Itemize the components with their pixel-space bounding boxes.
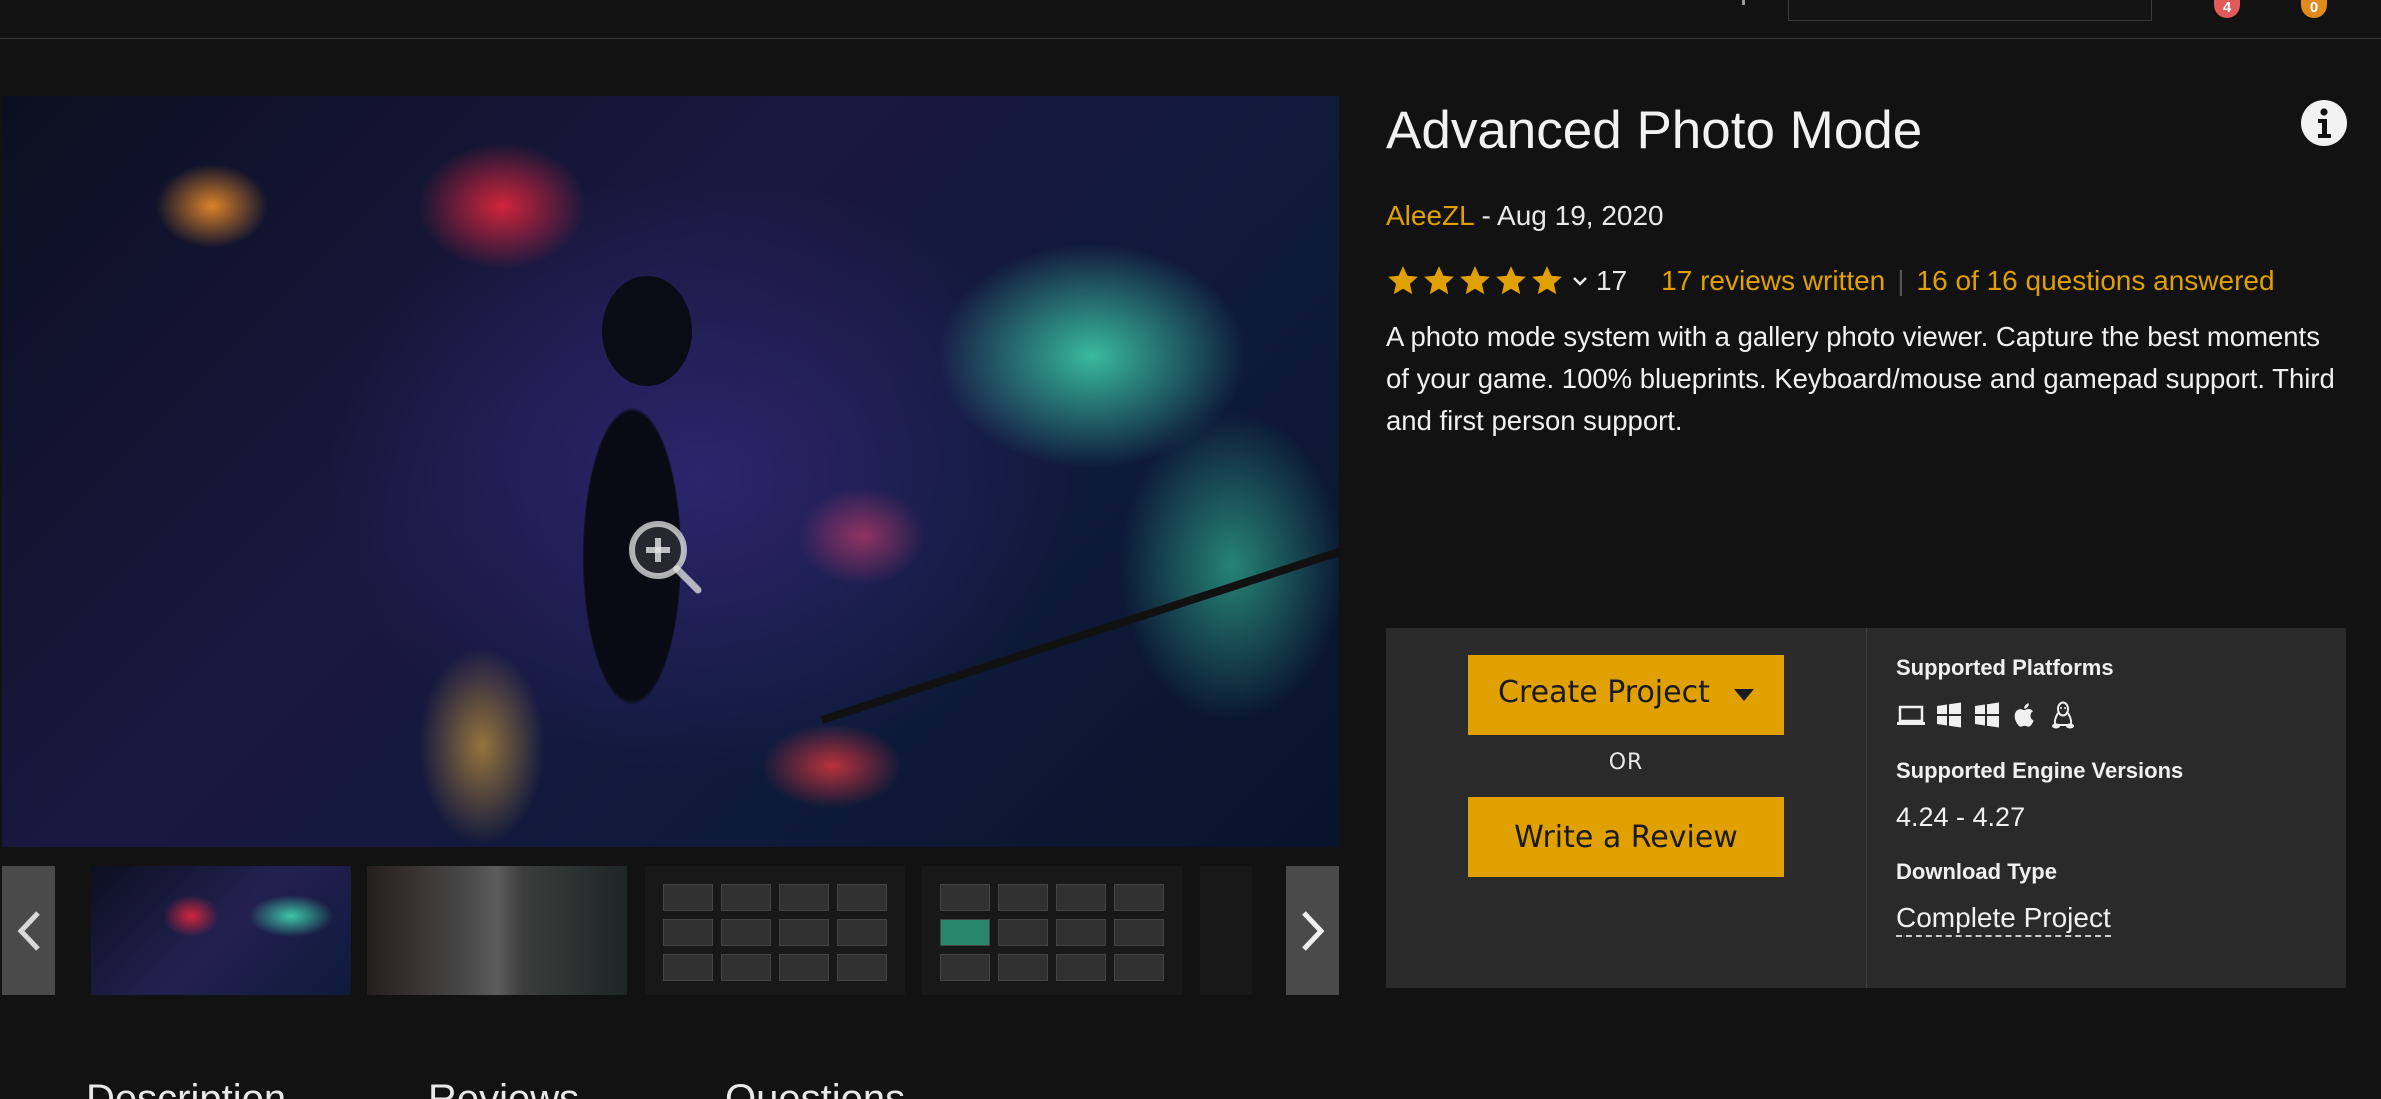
- star-rating: [1386, 264, 1564, 298]
- download-type-heading: Download Type: [1896, 859, 2057, 884]
- rating-count: 17: [1596, 265, 1628, 296]
- caret-down-icon[interactable]: [1734, 689, 1754, 701]
- star-icon: [1460, 266, 1490, 295]
- write-review-button[interactable]: Write a Review: [1468, 797, 1784, 877]
- thumbnail-grid-preview: [940, 884, 1164, 981]
- release-date: Aug 19, 2020: [1497, 200, 1664, 231]
- tab-description[interactable]: Description: [86, 1077, 286, 1099]
- gallery-thumbnail[interactable]: [1200, 866, 1252, 995]
- gallery-thumbnail[interactable]: [367, 866, 627, 995]
- rating-row: 17 17 reviews written | 16 of 16 questio…: [1386, 260, 2275, 302]
- windows-icon: [1937, 702, 1961, 728]
- product-main-image[interactable]: [2, 96, 1339, 847]
- create-project-button[interactable]: Create Project: [1468, 655, 1784, 735]
- author-link[interactable]: AleeZL: [1386, 200, 1474, 231]
- desktop-icon: [1897, 705, 1925, 725]
- image-figure-head: [602, 276, 692, 386]
- tab-questions[interactable]: Questions: [725, 1077, 905, 1099]
- zoom-in-icon[interactable]: [622, 514, 706, 598]
- star-icon: [1388, 266, 1418, 295]
- windows-icon: [1975, 702, 1999, 728]
- panel-divider: [1866, 628, 1867, 988]
- star-icon: [1424, 266, 1454, 295]
- notification-count-badge[interactable]: 0: [2301, 0, 2327, 18]
- gallery-next-button[interactable]: [1286, 866, 1339, 995]
- info-icon[interactable]: [2300, 99, 2348, 147]
- product-description: A photo mode system with a gallery photo…: [1386, 321, 2335, 436]
- platforms-heading: Supported Platforms: [1896, 655, 2114, 680]
- tab-reviews[interactable]: Reviews: [428, 1077, 579, 1099]
- star-icon: [1496, 266, 1526, 295]
- or-label: OR: [1608, 750, 1644, 775]
- gallery-thumbnail[interactable]: [91, 866, 351, 995]
- nav-divider: [1742, 0, 1745, 5]
- thumbnail-grid-preview: [663, 884, 887, 981]
- product-byline: AleeZL - Aug 19, 2020: [1386, 200, 1664, 232]
- product-title: Advanced Photo Mode: [1386, 101, 1923, 160]
- search-input[interactable]: [1788, 0, 2152, 21]
- apple-icon: [2014, 703, 2034, 727]
- engine-versions: 4.24 - 4.27: [1896, 802, 2026, 832]
- questions-link[interactable]: 16 of 16 questions answered: [1917, 265, 2275, 297]
- platform-icons: [1896, 700, 2078, 730]
- chevron-down-icon[interactable]: [1570, 271, 1590, 291]
- image-railing: [820, 499, 1339, 724]
- gallery-prev-button[interactable]: [2, 866, 55, 995]
- chevron-right-icon: [1301, 910, 1324, 951]
- chevron-left-icon: [17, 910, 40, 951]
- date-separator: -: [1473, 200, 1498, 231]
- cart-count-badge[interactable]: 4: [2214, 0, 2240, 18]
- top-nav-bar: 4 0: [0, 0, 2381, 39]
- rating-separator: |: [1897, 265, 1905, 296]
- gallery-thumbnail[interactable]: [922, 866, 1182, 995]
- star-icon: [1532, 266, 1562, 295]
- purchase-panel: Create Project OR Write a Review Support…: [1386, 628, 2346, 988]
- product-tabs: Description Reviews Questions: [0, 1077, 2381, 1099]
- download-type-link[interactable]: Complete Project: [1896, 902, 2111, 937]
- reviews-link[interactable]: 17 reviews written: [1661, 265, 1885, 297]
- linux-icon: [2052, 701, 2074, 729]
- gallery-thumbnail[interactable]: [645, 866, 905, 995]
- engine-versions-heading: Supported Engine Versions: [1896, 758, 2184, 783]
- create-project-label: Create Project: [1498, 675, 1710, 710]
